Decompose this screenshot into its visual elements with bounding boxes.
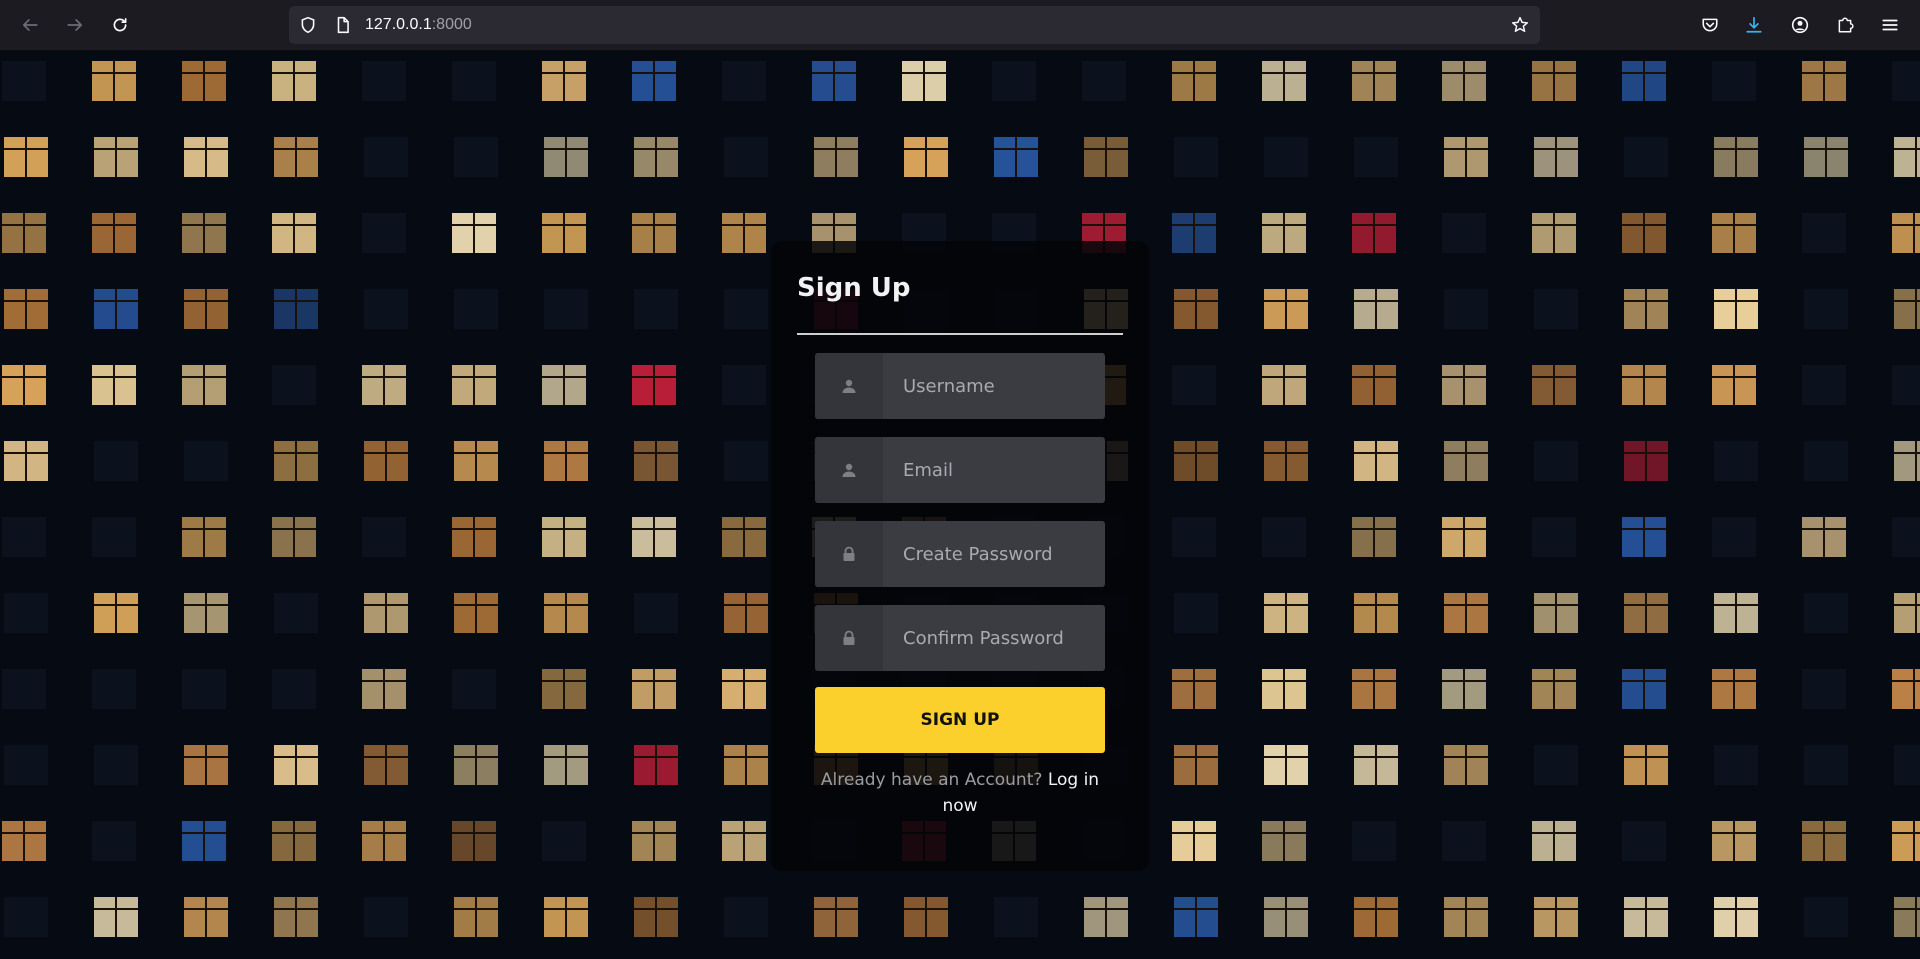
forward-arrow-icon[interactable] [61,11,89,39]
confirm-password-field [815,605,1105,671]
create-password-field [815,521,1105,587]
lock-icon [815,521,883,587]
signup-card: Sign Up SIGN UP [771,241,1149,871]
shield-icon[interactable] [299,16,317,34]
star-icon[interactable] [1511,16,1529,34]
create-password-input[interactable] [883,521,1105,587]
user-icon [815,437,883,503]
back-arrow-icon[interactable] [16,11,44,39]
username-input[interactable] [883,353,1105,419]
hamburger-menu-icon[interactable] [1876,11,1904,39]
account-icon[interactable] [1786,11,1814,39]
signup-title: Sign Up [797,273,911,303]
email-field [815,437,1105,503]
title-divider [797,333,1123,335]
url-port: :8000 [431,16,472,33]
email-input[interactable] [883,437,1105,503]
confirm-password-input[interactable] [883,605,1105,671]
url-text[interactable]: 127.0.0.1:8000 [365,16,472,34]
url-bar[interactable]: 127.0.0.1:8000 [289,6,1540,44]
login-prompt-text: Already have an Account? [820,770,1043,790]
reload-icon[interactable] [106,11,134,39]
page-content: Sign Up SIGN UP [0,51,1920,959]
pocket-icon[interactable] [1696,11,1724,39]
lock-icon [815,605,883,671]
browser-toolbar: 127.0.0.1:8000 [0,0,1920,51]
signup-button[interactable]: SIGN UP [815,687,1105,753]
page-icon[interactable] [334,16,352,34]
login-prompt: Already have an Account? Log in now [815,767,1105,819]
download-icon[interactable] [1740,11,1768,39]
user-icon [815,353,883,419]
puzzle-icon[interactable] [1831,11,1859,39]
username-field [815,353,1105,419]
url-host: 127.0.0.1 [365,16,432,33]
